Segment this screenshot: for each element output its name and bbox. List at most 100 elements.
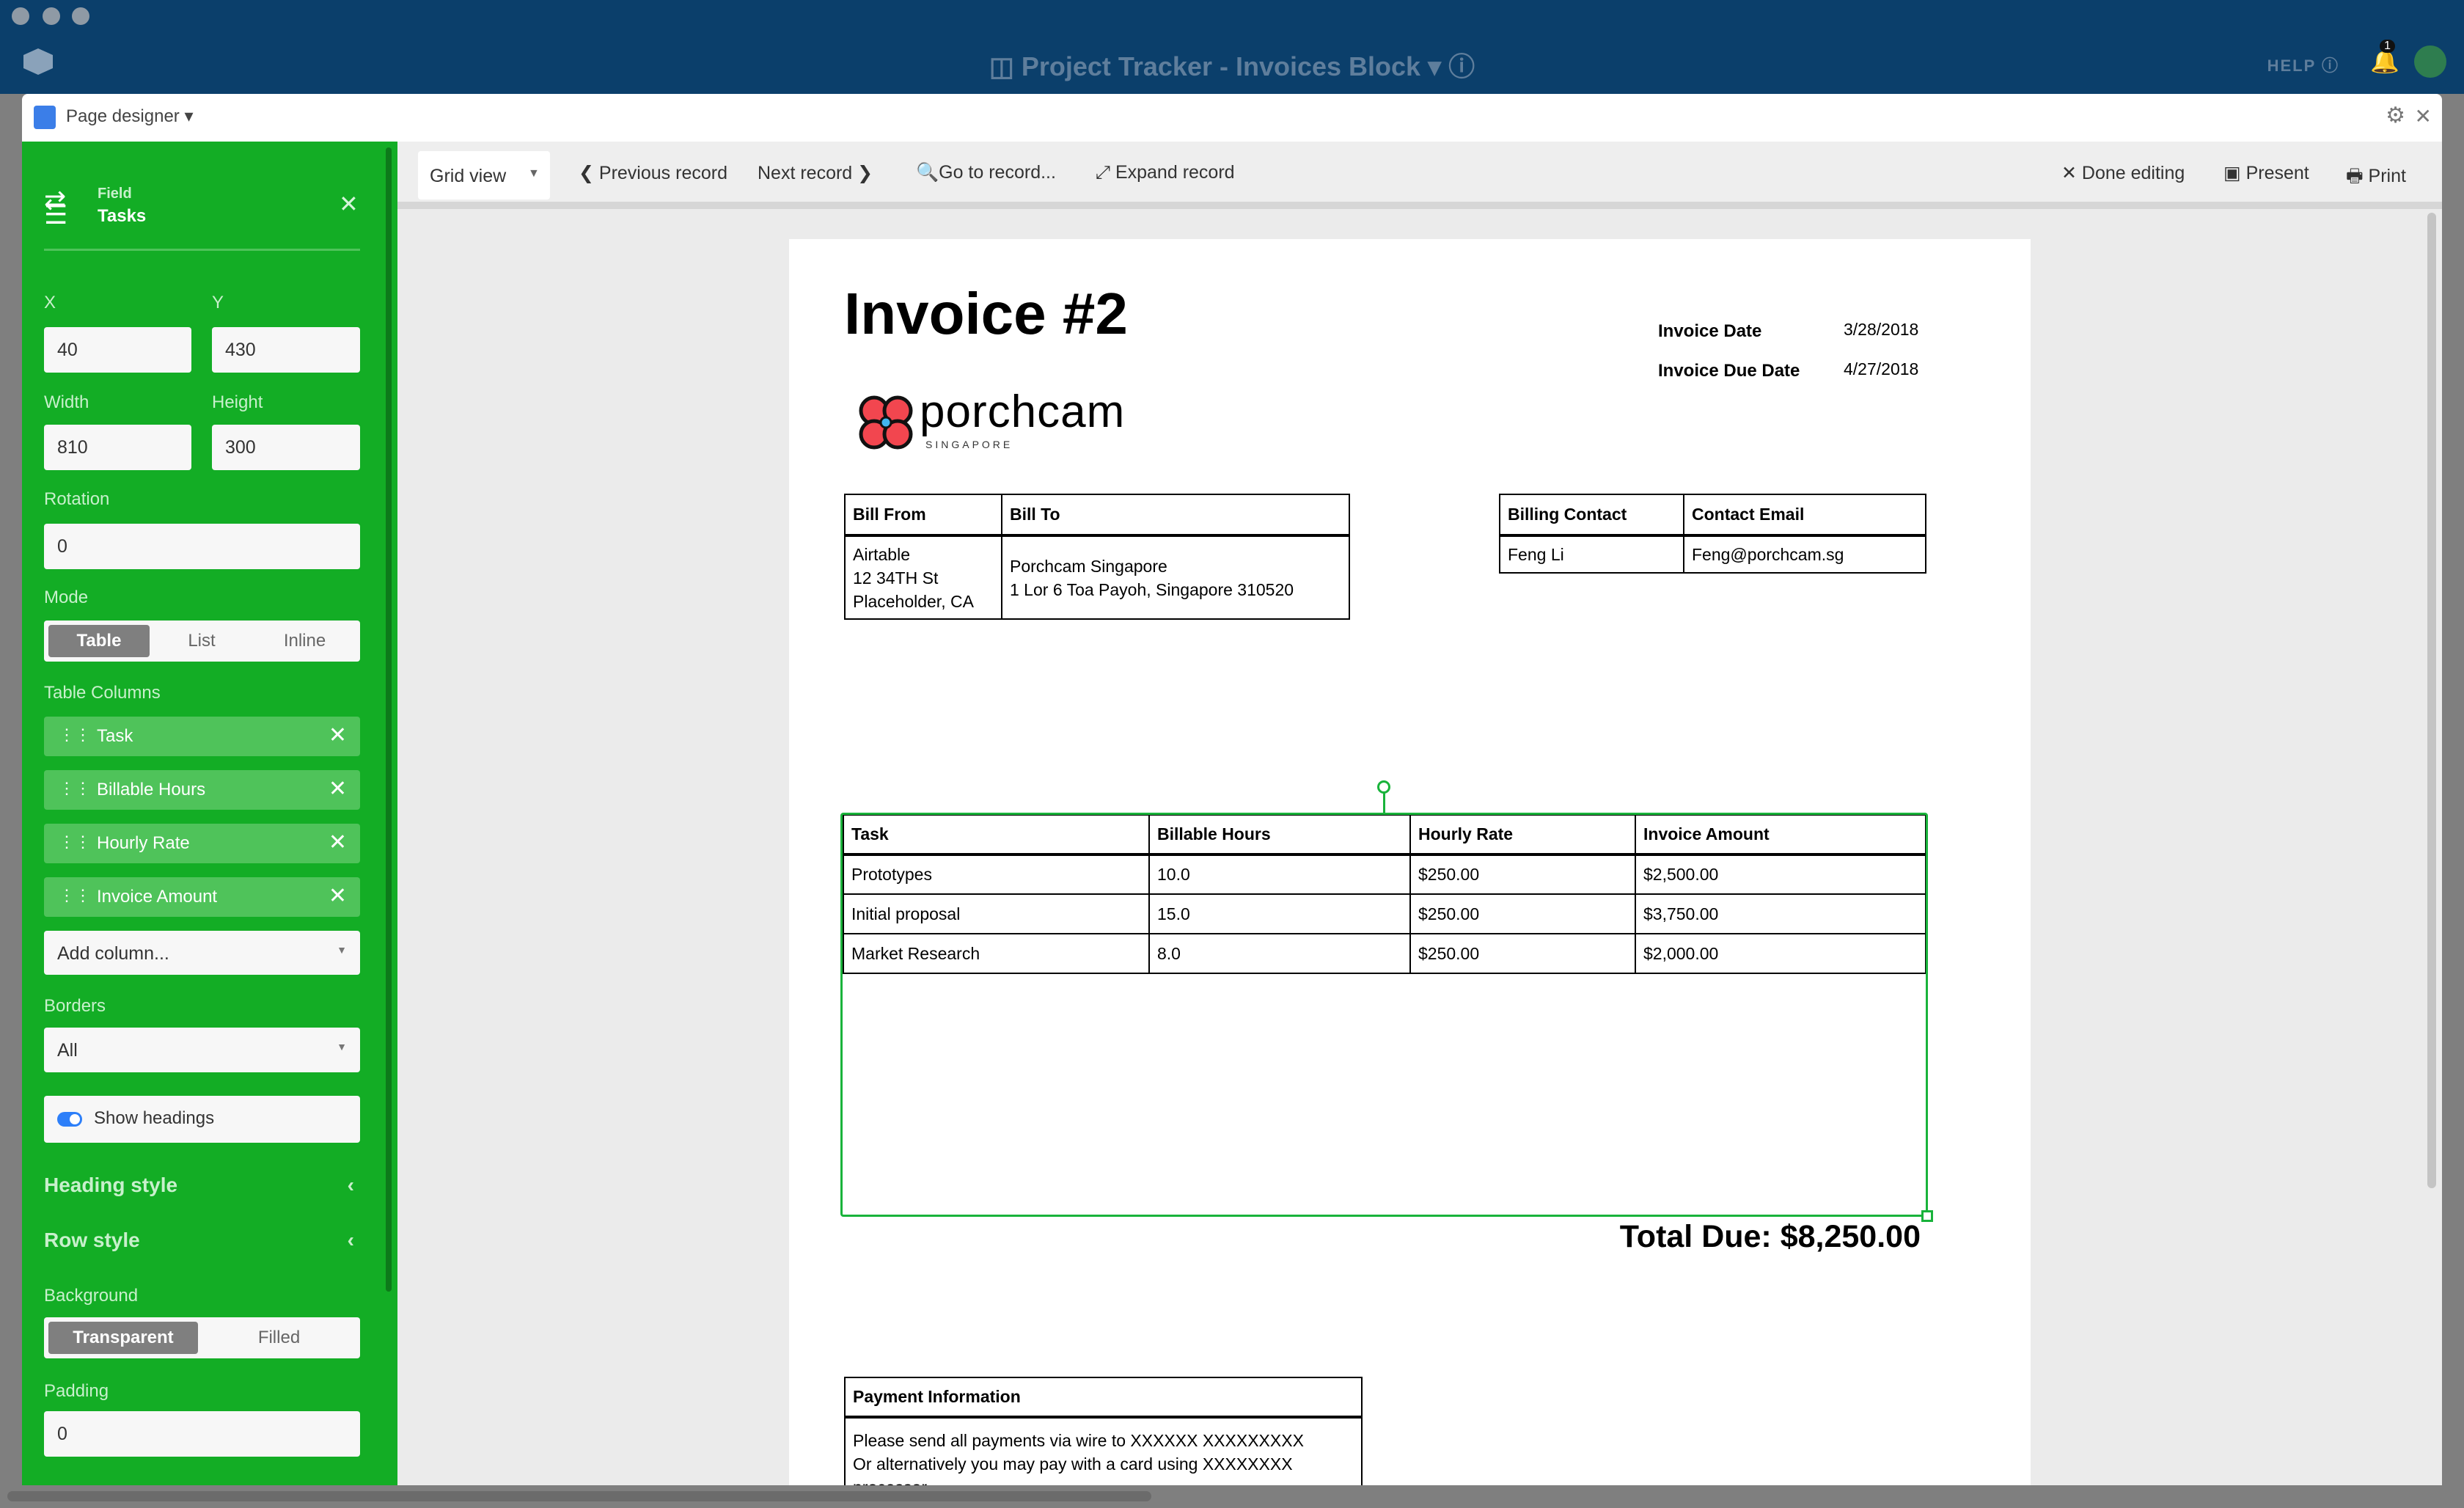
horizontal-scrollbar[interactable] [7,1491,1151,1501]
invoice-due-label: Invoice Due Date [1658,361,1800,381]
payment-line: Or alternatively you may pay with a card… [853,1454,1293,1474]
present-label: Present [2245,163,2309,183]
add-column-select[interactable]: Add column... ▼ [44,931,360,975]
column-name: Invoice Amount [97,887,218,907]
invoice-date-label: Invoice Date [1658,321,1762,341]
background-filled-option[interactable]: Filled [202,1322,356,1354]
base-title[interactable]: ◫ Project Tracker - Invoices Block ▾ ⓘ [0,45,2464,84]
column-name: Hourly Rate [97,833,190,853]
rotate-handle-stem [1383,792,1385,813]
selected-element-outline[interactable] [840,813,1928,1217]
vertical-scrollbar[interactable] [2427,213,2436,1188]
total-due: Total Due: $8,250.00 [1619,1219,1921,1254]
divider [44,249,360,251]
print-button[interactable]: 🖶 Print [2346,162,2406,194]
block-icon [34,106,56,129]
previous-record-label: Previous record [598,163,727,183]
close-panel-icon[interactable]: ✕ [339,190,359,218]
bill-to-line: 1 Lor 6 Toa Payoh, Singapore 310520 [1010,579,1294,599]
background-transparent-option[interactable]: Transparent [48,1322,198,1354]
add-column-label: Add column... [57,943,169,964]
column-item-hourly-rate[interactable]: ⋮⋮ Hourly Rate ✕ [44,824,360,863]
print-label: Print [2368,166,2406,186]
row-style-section[interactable]: Row style ‹ [44,1229,360,1252]
mode-inline-option[interactable]: Inline [254,625,356,657]
drag-handle-icon[interactable]: ⋮⋮ [59,779,91,798]
width-label: Width [44,392,89,412]
drag-handle-icon[interactable]: ⋮⋮ [59,886,91,905]
billing-contact-cell: Feng Li [1499,535,1684,574]
billing-contact-header: Billing Contact [1499,494,1684,537]
chevron-left-icon: ‹ [347,1174,354,1196]
expand-record-button[interactable]: ⤢ Expand record [1096,162,1235,183]
column-item-task[interactable]: ⋮⋮ Task ✕ [44,717,360,756]
padding-input[interactable]: 0 [44,1411,360,1457]
invoice-due-value: 4/27/2018 [1844,359,1919,378]
background-label: Background [44,1286,139,1306]
notification-badge: 1 [2380,40,2395,53]
help-button[interactable]: HELP ⓘ [2267,53,2339,76]
column-name: Billable Hours [97,780,206,799]
heading-style-section[interactable]: Heading style ‹ [44,1174,360,1197]
minimize-window-button[interactable] [43,7,60,25]
go-to-record-button[interactable]: 🔍Go to record... [916,162,1056,183]
x-label: X [44,293,56,312]
porchcam-logo [857,393,915,452]
remove-column-icon[interactable]: ✕ [329,776,347,802]
bill-from-cell: Airtable 12 34TH St Placeholder, CA [844,535,1002,620]
remove-column-icon[interactable]: ✕ [329,722,347,748]
view-select[interactable]: Grid view ▼ [418,151,550,200]
height-input[interactable]: 300 [212,425,360,470]
next-record-button[interactable]: Next record ❯ [758,162,873,184]
resize-handle[interactable] [1921,1210,1933,1222]
rotate-handle[interactable] [1377,780,1390,794]
invoice-title: Invoice #2 [844,281,1128,346]
x-input[interactable]: 40 [44,327,191,373]
drag-handle-icon[interactable]: ⋮⋮ [59,725,91,744]
width-input[interactable]: 810 [44,425,191,470]
avatar[interactable] [2414,45,2446,78]
borders-label: Borders [44,996,106,1016]
bill-to-line: Porchcam Singapore [1010,556,1167,576]
close-icon[interactable]: ✕ [2415,104,2432,128]
mode-table-option[interactable]: Table [48,625,150,657]
contact-table[interactable]: Billing Contact Contact Email Feng Li Feng… [1499,494,1926,574]
panel-field-name: Tasks [98,206,147,226]
chevron-down-icon: ▼ [528,167,540,180]
field-properties-panel: ⇄ ☰ Field Tasks ✕ X Y 40 430 Width Height… [22,142,397,1485]
column-item-billable-hours[interactable]: ⋮⋮ Billable Hours ✕ [44,770,360,810]
rotation-label: Rotation [44,489,110,509]
mode-segmented-control: Table List Inline [44,621,360,662]
panel-scrollbar[interactable] [386,147,392,1292]
gear-icon[interactable]: ⚙ [2386,103,2405,128]
borders-select[interactable]: All ▼ [44,1028,360,1072]
toolbar: Grid view ▼ ❮ Previous record Next recor… [397,142,2442,209]
remove-column-icon[interactable]: ✕ [329,830,347,855]
invoice-date-value: 3/28/2018 [1844,320,1919,339]
y-input[interactable]: 430 [212,327,360,373]
done-editing-button[interactable]: ✕ Done editing [2061,162,2185,184]
close-window-button[interactable] [12,7,29,25]
expand-record-label: Expand record [1115,162,1235,183]
bill-table[interactable]: Bill From Bill To Airtable 12 34TH St Pla… [844,494,1350,620]
rotation-input[interactable]: 0 [44,524,360,569]
page-designer-menu[interactable]: Page designer ▾ [66,106,194,127]
zoom-window-button[interactable] [72,7,89,25]
show-headings-toggle[interactable]: Show headings [44,1096,360,1143]
previous-record-button[interactable]: ❮ Previous record [579,162,727,184]
mode-list-option[interactable]: List [154,625,249,657]
row-style-label: Row style [44,1229,140,1251]
remove-column-icon[interactable]: ✕ [329,883,347,909]
payment-line: Please send all payments via wire to XXX… [853,1431,1304,1450]
present-button[interactable]: ▣ Present [2223,162,2309,184]
toggle-switch[interactable] [57,1112,82,1127]
go-to-record-label: Go to record... [939,162,1056,183]
borders-value: All [57,1040,78,1061]
chevron-down-icon: ▼ [337,944,347,956]
drag-handle-icon[interactable]: ⋮⋮ [59,832,91,852]
contact-email-cell: Feng@porchcam.sg [1683,535,1926,574]
done-editing-label: Done editing [2081,163,2185,183]
column-name: Task [97,726,133,746]
bill-to-header: Bill To [1001,494,1350,537]
column-item-invoice-amount[interactable]: ⋮⋮ Invoice Amount ✕ [44,877,360,917]
